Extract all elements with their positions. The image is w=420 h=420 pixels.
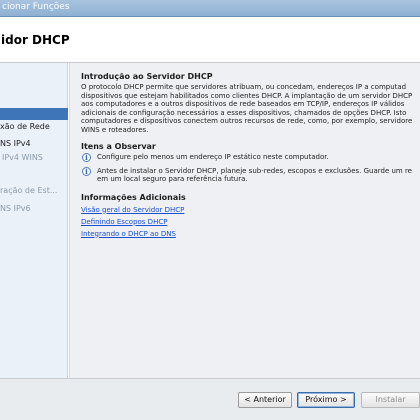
intro-line: computadores e dispositivos conectem out… — [81, 117, 413, 125]
back-button[interactable]: < Anterior — [238, 392, 292, 408]
next-button[interactable]: Próximo > — [297, 392, 355, 408]
note-text: Antes de instalar o Servidor DHCP, plane… — [97, 166, 412, 175]
intro-line: WINS e roteadores. — [81, 125, 149, 134]
note-item: i Configure pelo menos um endereço IP es… — [81, 153, 420, 162]
intro-line: aos computadores e a outros dispositivos… — [81, 100, 405, 108]
intro-title: Introdução ao Servidor DHCP — [81, 72, 213, 81]
note-text: em um local seguro para referência futur… — [97, 175, 248, 183]
step-dns-ipv6[interactable]: NS IPv6 — [0, 204, 31, 216]
selected-step-highlight — [0, 108, 68, 120]
more-info-title: Informações Adicionais — [81, 192, 186, 202]
wizard-steps-sidebar: xão de Rede NS IPv4 IPv4 WINS ração de E… — [0, 63, 68, 378]
intro-line: adicionais de configuração necessários a… — [81, 108, 407, 117]
step-wins-ipv4[interactable]: IPv4 WINS — [0, 153, 43, 165]
note-text: Configure pelo menos um endereço IP está… — [97, 153, 329, 161]
window-title: cionar Funções — [2, 2, 70, 12]
link-integrate-dhcp-dns[interactable]: Integrando o DHCP ao DNS — [81, 228, 420, 240]
note-item: i Antes de instalar o Servidor DHCP, pla… — [81, 166, 420, 184]
link-dhcp-overview[interactable]: Visão geral do Servidor DHCP — [81, 204, 420, 216]
intro-line: dispositivos que estejam habilitados com… — [81, 91, 413, 100]
info-icon: i — [82, 166, 91, 176]
wizard-footer: < Anterior Próximo > Instalar — [0, 378, 420, 420]
page-title: idor DHCP — [1, 33, 70, 47]
intro-line: O protocolo DHCP permite que servidores … — [81, 83, 407, 91]
install-button[interactable]: Instalar — [361, 392, 420, 408]
step-network-connection[interactable]: xão de Rede — [0, 122, 50, 134]
step-dns-ipv4[interactable]: NS IPv4 — [0, 139, 31, 151]
link-define-dhcp-scopes[interactable]: Definindo Escopos DHCP — [81, 216, 420, 228]
title-bar: cionar Funções — [0, 0, 420, 17]
step-stateless-config[interactable]: ração de Est... — [0, 186, 57, 198]
info-icon: i — [82, 153, 91, 162]
wizard-header: idor DHCP — [0, 17, 420, 63]
wizard-content: Introdução ao Servidor DHCP O protocolo … — [69, 63, 420, 378]
notes-title: Itens a Observar — [81, 142, 156, 151]
